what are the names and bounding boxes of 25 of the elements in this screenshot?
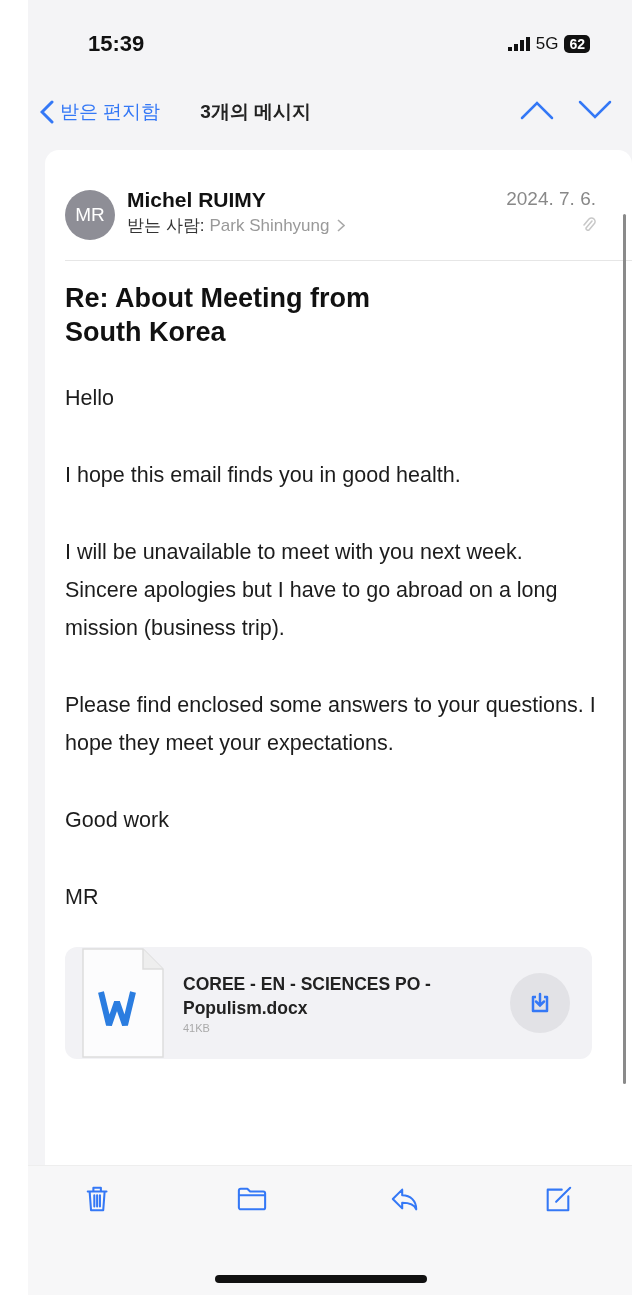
body-paragraph: MR	[65, 884, 100, 911]
word-document-icon	[81, 947, 165, 1059]
recipient-link[interactable]: Park Shinhyung	[209, 215, 346, 236]
clock-time: 15:39	[88, 31, 146, 57]
nav-title: 3개의 메시지	[200, 100, 313, 124]
chevron-icon	[337, 219, 346, 232]
battery-level: 62	[564, 35, 590, 53]
network-label: 5G	[535, 34, 559, 54]
back-chevron-icon	[40, 100, 54, 124]
signal-icon	[507, 37, 530, 51]
recipient-label: 받는 사람:	[127, 215, 205, 237]
back-button[interactable]: 받은 편지함	[40, 99, 161, 125]
body-paragraph: Good work	[65, 807, 170, 834]
sender-name: Michel RUIMY	[127, 188, 267, 212]
attachment-card[interactable]: COREE - EN - SCIENCES PO - Populism.docx 41KB	[65, 947, 592, 1059]
body-paragraph: I hope this email finds you in good health.	[65, 462, 462, 489]
download-icon	[529, 992, 551, 1014]
message-date: 2024. 7. 6.	[506, 188, 596, 210]
attachment-file-name: COREE - EN - SCIENCES PO - Populism.docx	[183, 973, 432, 1020]
sender-avatar: MR	[65, 190, 115, 240]
attachment-size: 41KB	[183, 1022, 211, 1034]
body-paragraph: Hello	[65, 385, 115, 412]
body-paragraph: I will be unavailable to meet with you next week. Sincere apologies but I have to go abroad on a long mission (business trip).	[65, 539, 559, 642]
message-subject: Re: About Meeting from South Korea	[65, 282, 371, 349]
body-paragraph: Please find enclosed some answers to your questions. I hope they meet your expectations.	[65, 692, 596, 757]
